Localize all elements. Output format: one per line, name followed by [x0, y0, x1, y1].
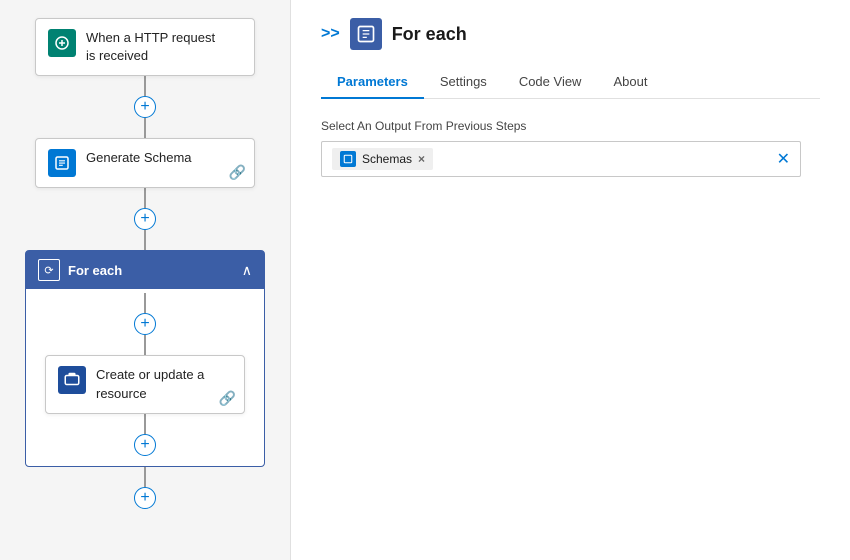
foreach-collapse-button[interactable]: ∧ — [242, 262, 252, 279]
schema-tag-remove-button[interactable]: × — [418, 152, 425, 166]
foreach-header-label: For each — [68, 263, 122, 278]
generate-schema-label: Generate Schema — [86, 149, 192, 167]
tab-settings[interactable]: Settings — [424, 66, 503, 99]
add-inner-step-button[interactable]: + — [134, 313, 156, 335]
foreach-container: ⟳ For each ∧ + Create or update are — [25, 250, 265, 466]
foreach-loop-icon: ⟳ — [38, 259, 60, 281]
add-step-button-2[interactable]: + — [134, 208, 156, 230]
connector-line — [144, 188, 146, 208]
http-trigger-label: When a HTTP requestis received — [86, 29, 215, 65]
flow-canvas: When a HTTP requestis received + Generat… — [0, 0, 290, 560]
add-inner-step-button-2[interactable]: + — [134, 434, 156, 456]
schema-tag: Schemas × — [332, 148, 433, 170]
flow-diagram: When a HTTP requestis received + Generat… — [0, 18, 290, 509]
inner-connector-2: + — [134, 414, 156, 456]
tab-parameters[interactable]: Parameters — [321, 66, 424, 99]
input-clear-button[interactable]: ✕ — [777, 149, 790, 169]
right-panel-title: For each — [392, 24, 467, 45]
schema-tag-label: Schemas — [362, 152, 412, 166]
output-form-label: Select An Output From Previous Steps — [321, 119, 820, 133]
connector-line — [144, 293, 146, 313]
back-arrows[interactable]: >> — [321, 25, 340, 43]
create-resource-icon — [58, 366, 86, 394]
connector-line — [144, 76, 146, 96]
connector-line — [144, 335, 146, 355]
foreach-header-left: ⟳ For each — [38, 259, 122, 281]
connector-1: + — [134, 76, 156, 138]
right-panel: >> For each Parameters Settings Code Vie… — [291, 0, 850, 560]
link-icon-1: 🔗 — [229, 164, 246, 181]
inner-connector-1: + — [134, 293, 156, 355]
foreach-header[interactable]: ⟳ For each ∧ — [26, 251, 264, 289]
create-resource-node[interactable]: Create or update aresource 🔗 — [45, 355, 245, 413]
connector-bottom: + — [134, 467, 156, 509]
parameters-content: Select An Output From Previous Steps Sch… — [321, 119, 820, 177]
tabs-container: Parameters Settings Code View About — [321, 66, 820, 99]
add-step-button-bottom[interactable]: + — [134, 487, 156, 509]
link-icon-2: 🔗 — [219, 390, 236, 407]
connector-line — [144, 414, 146, 434]
http-trigger-node[interactable]: When a HTTP requestis received — [35, 18, 255, 76]
schema-tag-icon — [340, 151, 356, 167]
right-panel-header: >> For each — [321, 18, 820, 50]
generate-schema-icon — [48, 149, 76, 177]
add-step-button-1[interactable]: + — [134, 96, 156, 118]
tab-code-view[interactable]: Code View — [503, 66, 598, 99]
connector-line — [144, 230, 146, 250]
foreach-panel-icon — [350, 18, 382, 50]
output-input-container[interactable]: Schemas × ✕ — [321, 141, 801, 177]
generate-schema-node[interactable]: Generate Schema 🔗 — [35, 138, 255, 188]
http-trigger-icon — [48, 29, 76, 57]
connector-line — [144, 467, 146, 487]
connector-2: + — [134, 188, 156, 250]
create-resource-label: Create or update aresource — [96, 366, 204, 402]
connector-line — [144, 118, 146, 138]
foreach-body: + Create or update aresource 🔗 + — [26, 289, 264, 455]
tab-about[interactable]: About — [597, 66, 663, 99]
